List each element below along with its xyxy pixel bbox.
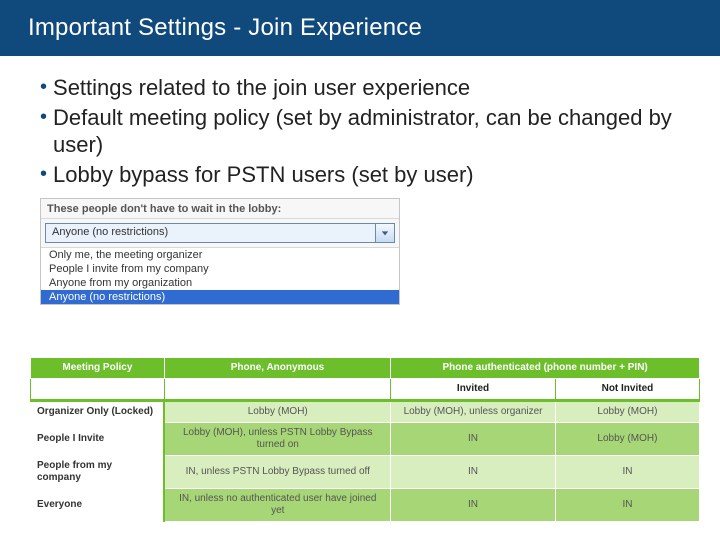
lobby-dropdown-option[interactable]: Only me, the meeting organizer [41, 248, 399, 262]
bullet-item: • Settings related to the join user expe… [40, 74, 688, 102]
policy-table-container: Meeting Policy Phone, Anonymous Phone au… [30, 357, 700, 522]
cell-phone-anon: IN, unless PSTN Lobby Bypass turned off [164, 456, 390, 489]
policy-table: Meeting Policy Phone, Anonymous Phone au… [30, 357, 700, 522]
bullet-icon: • [40, 74, 47, 101]
col-phone-anonymous: Phone, Anonymous [164, 358, 390, 379]
bullet-item: • Lobby bypass for PSTN users (set by us… [40, 161, 688, 189]
cell-invited: IN [391, 489, 556, 522]
lobby-dropdown-option[interactable]: Anyone (no restrictions) [41, 290, 399, 304]
lobby-dropdown-list: Only me, the meeting organizer People I … [41, 247, 399, 304]
cell-invited: IN [391, 456, 556, 489]
subcol-not-invited: Not Invited [555, 379, 699, 401]
row-label: Everyone [31, 489, 165, 522]
bullet-list: • Settings related to the join user expe… [0, 56, 720, 198]
chevron-down-icon[interactable] [375, 224, 394, 242]
cell-invited: IN [391, 423, 556, 456]
lobby-dropdown-label: These people don't have to wait in the l… [41, 199, 399, 219]
row-label: People I Invite [31, 423, 165, 456]
bullet-text: Settings related to the join user experi… [53, 74, 688, 102]
row-label: People from my company [31, 456, 165, 489]
cell-phone-anon: IN, unless no authenticated user have jo… [164, 489, 390, 522]
cell-not-invited: IN [555, 456, 699, 489]
title-band: Important Settings - Join Experience [0, 0, 720, 56]
lobby-dropdown-control[interactable]: Anyone (no restrictions) [45, 223, 395, 243]
bullet-item: • Default meeting policy (set by adminis… [40, 104, 688, 159]
table-row: People from my company IN, unless PSTN L… [31, 456, 700, 489]
cell-invited: Lobby (MOH), unless organizer [391, 401, 556, 423]
col-phone-auth: Phone authenticated (phone number + PIN) [391, 358, 700, 379]
blank-cell [31, 379, 165, 401]
lobby-dropdown-option[interactable]: People I invite from my company [41, 262, 399, 276]
subcol-invited: Invited [391, 379, 556, 401]
lobby-dropdown-option[interactable]: Anyone from my organization [41, 276, 399, 290]
row-label: Organizer Only (Locked) [31, 401, 165, 423]
bullet-text: Default meeting policy (set by administr… [53, 104, 688, 159]
slide: Important Settings - Join Experience • S… [0, 0, 720, 540]
cell-phone-anon: Lobby (MOH), unless PSTN Lobby Bypass tu… [164, 423, 390, 456]
bullet-icon: • [40, 161, 47, 188]
col-meeting-policy: Meeting Policy [31, 358, 165, 379]
blank-cell [164, 379, 390, 401]
bullet-text: Lobby bypass for PSTN users (set by user… [53, 161, 688, 189]
cell-not-invited: Lobby (MOH) [555, 423, 699, 456]
table-row: Everyone IN, unless no authenticated use… [31, 489, 700, 522]
cell-phone-anon: Lobby (MOH) [164, 401, 390, 423]
bullet-icon: • [40, 104, 47, 131]
table-row: Organizer Only (Locked) Lobby (MOH) Lobb… [31, 401, 700, 423]
table-row: People I Invite Lobby (MOH), unless PSTN… [31, 423, 700, 456]
lobby-dropdown-panel: These people don't have to wait in the l… [40, 198, 400, 305]
cell-not-invited: IN [555, 489, 699, 522]
cell-not-invited: Lobby (MOH) [555, 401, 699, 423]
lobby-dropdown-selected: Anyone (no restrictions) [46, 224, 375, 242]
page-title: Important Settings - Join Experience [0, 14, 422, 42]
